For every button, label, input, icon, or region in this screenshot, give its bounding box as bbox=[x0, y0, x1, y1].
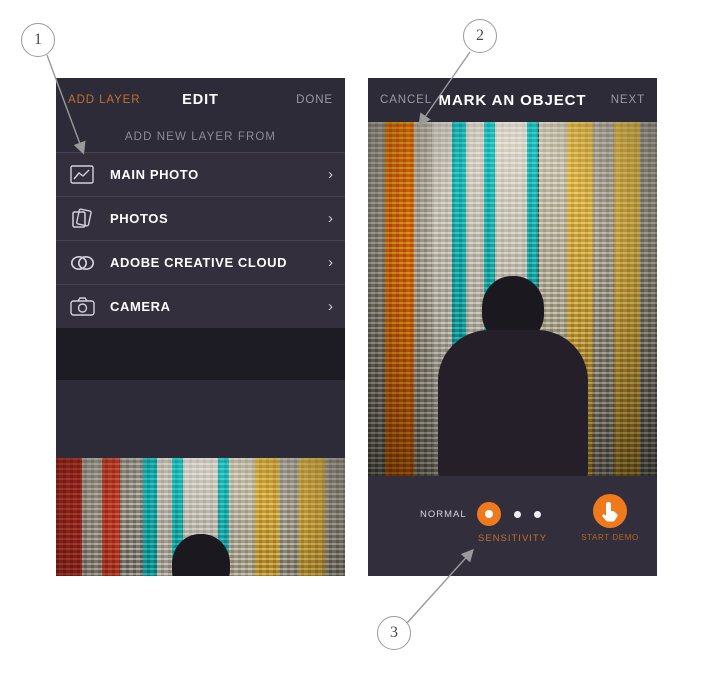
list-empty-area bbox=[56, 328, 345, 380]
sensitivity-dot-3[interactable] bbox=[533, 510, 541, 518]
chevron-right-icon: › bbox=[328, 166, 333, 183]
right-navbar: CANCEL MARK AN OBJECT NEXT bbox=[368, 78, 657, 122]
sensitivity-selector[interactable]: NORMAL bbox=[420, 502, 541, 526]
list-item-photos[interactable]: PHOTOS › bbox=[56, 196, 345, 240]
screenshot-stage: ADD LAYER EDIT DONE ADD NEW LAYER FROM M… bbox=[0, 0, 720, 676]
list-item-camera[interactable]: CAMERA › bbox=[56, 284, 345, 328]
city-photo-content bbox=[368, 122, 657, 476]
list-item-label: ADOBE CREATIVE CLOUD bbox=[110, 255, 288, 270]
main-photo-preview[interactable] bbox=[56, 458, 345, 576]
done-button[interactable]: DONE bbox=[296, 94, 333, 106]
list-item-label: PHOTOS bbox=[110, 211, 169, 226]
chevron-right-icon: › bbox=[328, 210, 333, 227]
callout-marker-1: 1 bbox=[21, 23, 55, 57]
left-navbar: ADD LAYER EDIT DONE bbox=[56, 78, 345, 122]
chevron-right-icon: › bbox=[328, 298, 333, 315]
right-phone-screen: CANCEL MARK AN OBJECT NEXT NORMAL SENSIT… bbox=[368, 78, 657, 576]
pointing-hand-icon bbox=[593, 494, 627, 528]
camera-icon bbox=[68, 296, 96, 318]
next-button[interactable]: NEXT bbox=[611, 94, 645, 106]
photos-stack-icon bbox=[68, 207, 96, 230]
mark-object-photo-canvas[interactable] bbox=[368, 122, 657, 476]
city-photo-content bbox=[56, 458, 345, 576]
layer-source-list: MAIN PHOTO › PHOTOS › ADOBE CREATIVE CLO… bbox=[56, 152, 345, 380]
mark-object-controls: NORMAL SENSITIVITY START DEMO bbox=[368, 476, 657, 576]
chevron-right-icon: › bbox=[328, 254, 333, 271]
sensitivity-caption: SENSITIVITY bbox=[478, 533, 548, 544]
left-phone-screen: ADD LAYER EDIT DONE ADD NEW LAYER FROM M… bbox=[56, 78, 345, 576]
list-item-label: CAMERA bbox=[110, 299, 171, 314]
sensitivity-mode-label: NORMAL bbox=[420, 508, 467, 520]
list-item-main-photo[interactable]: MAIN PHOTO › bbox=[56, 152, 345, 196]
sensitivity-dot-2[interactable] bbox=[513, 510, 521, 518]
adobe-creative-cloud-icon bbox=[68, 252, 96, 274]
list-item-adobe-creative-cloud[interactable]: ADOBE CREATIVE CLOUD › bbox=[56, 240, 345, 284]
start-demo-button[interactable]: START DEMO bbox=[577, 494, 643, 542]
list-item-label: MAIN PHOTO bbox=[110, 167, 199, 182]
start-demo-label: START DEMO bbox=[581, 533, 639, 542]
cancel-button[interactable]: CANCEL bbox=[380, 94, 432, 106]
sensitivity-dot-selected[interactable] bbox=[476, 502, 501, 526]
add-layer-button[interactable]: ADD LAYER bbox=[68, 94, 140, 106]
callout-marker-3: 3 bbox=[377, 616, 411, 650]
add-new-layer-from-header: ADD NEW LAYER FROM bbox=[56, 122, 345, 152]
image-icon bbox=[68, 164, 96, 186]
callout-marker-2: 2 bbox=[463, 19, 497, 53]
